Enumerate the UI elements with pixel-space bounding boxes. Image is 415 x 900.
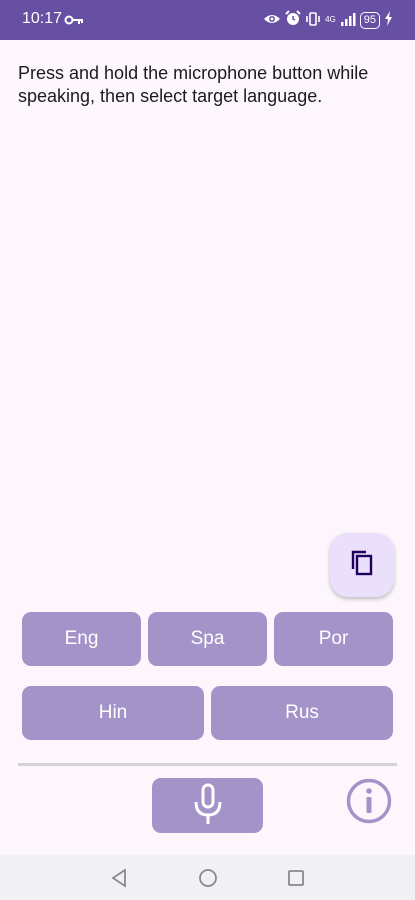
- microphone-button[interactable]: [152, 778, 263, 833]
- battery-indicator: 95: [359, 11, 380, 29]
- vibrate-icon: [305, 11, 321, 30]
- instructions-text: Press and hold the microphone button whi…: [18, 63, 369, 106]
- copy-icon: [349, 549, 375, 581]
- info-button[interactable]: [345, 778, 393, 828]
- charging-icon: [384, 10, 393, 30]
- microphone-icon: [192, 783, 224, 829]
- divider: [18, 763, 397, 766]
- key-icon: [64, 11, 84, 30]
- copy-button[interactable]: [330, 533, 394, 597]
- alarm-icon: [285, 10, 301, 30]
- recents-icon: [288, 870, 304, 886]
- info-icon: [346, 778, 392, 828]
- recents-button[interactable]: [285, 867, 307, 889]
- home-button[interactable]: [197, 867, 219, 889]
- back-icon: [111, 868, 126, 888]
- language-button-spa[interactable]: Spa: [148, 612, 267, 666]
- language-button-hin[interactable]: Hin: [22, 686, 204, 740]
- home-icon: [199, 869, 217, 887]
- status-bar: 10:17 4G 95: [0, 0, 415, 40]
- signal-icon: [340, 11, 356, 30]
- network-type: 4G: [325, 15, 336, 24]
- status-time: 10:17: [22, 10, 63, 27]
- language-button-por[interactable]: Por: [274, 612, 393, 666]
- language-button-rus[interactable]: Rus: [211, 686, 393, 740]
- eye-icon: [263, 11, 281, 30]
- status-icons: 4G 95: [263, 10, 393, 30]
- language-button-eng[interactable]: Eng: [22, 612, 141, 666]
- back-button[interactable]: [108, 867, 130, 889]
- navigation-bar: [0, 855, 415, 900]
